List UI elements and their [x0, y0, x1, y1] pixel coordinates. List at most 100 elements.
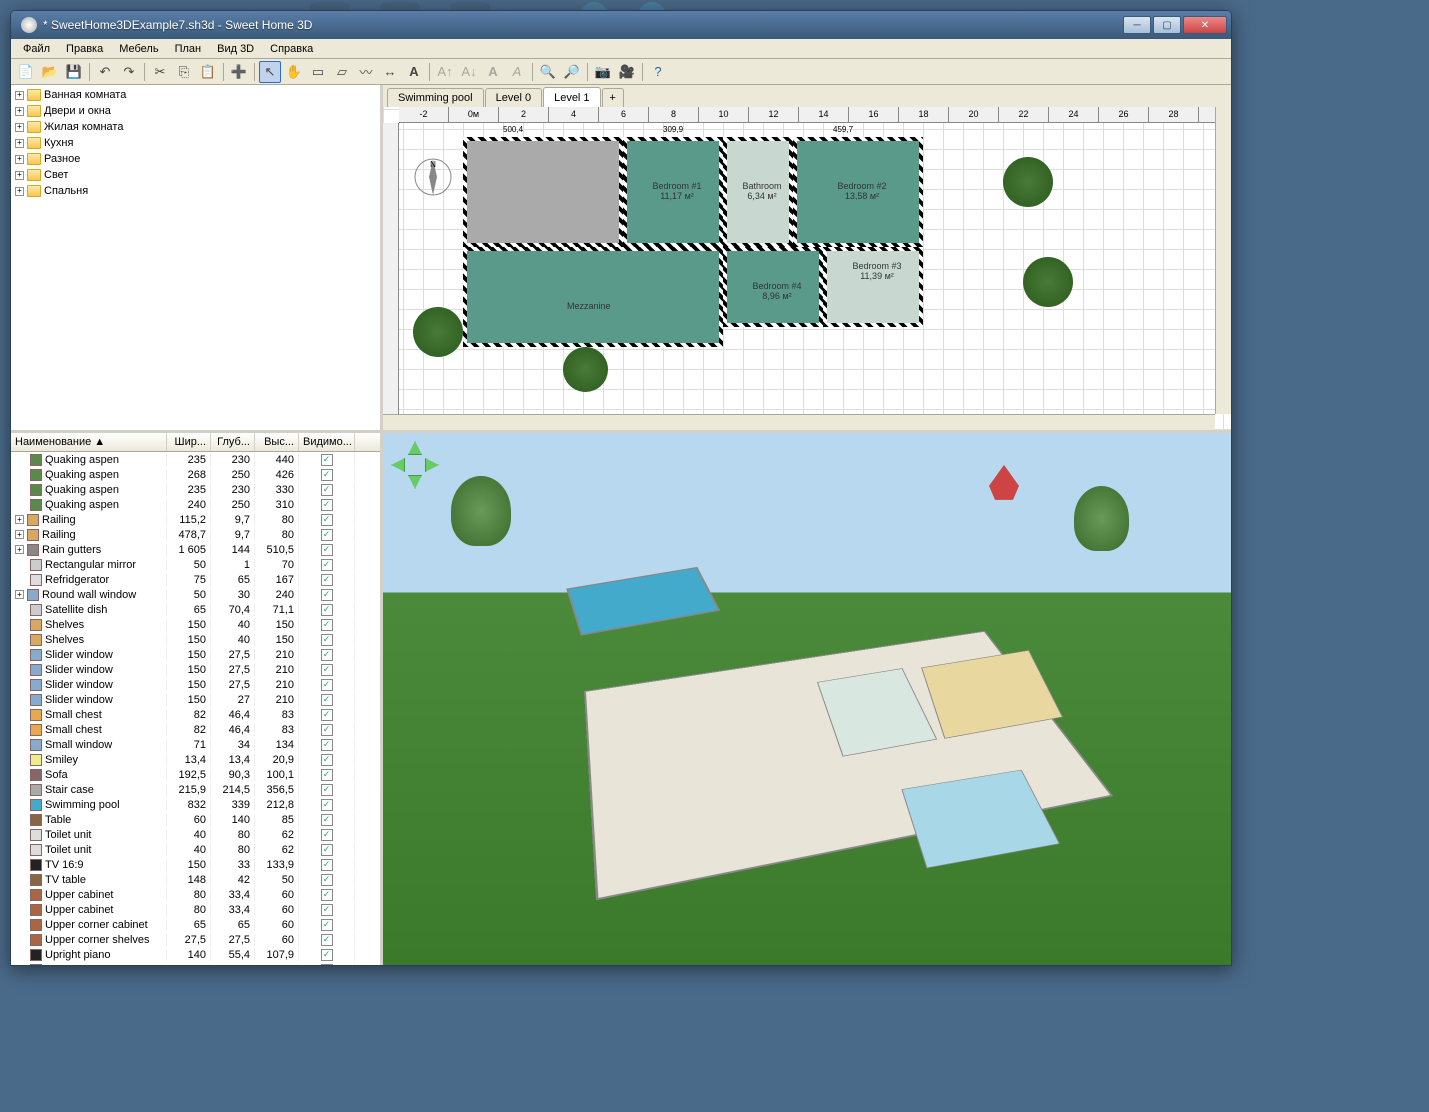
visible-checkbox[interactable]: ✓ [321, 484, 333, 496]
visible-checkbox[interactable]: ✓ [321, 769, 333, 781]
furniture-row[interactable]: Toilet unit408062✓ [11, 827, 380, 842]
expand-icon[interactable]: + [15, 171, 24, 180]
expand-icon[interactable]: + [15, 515, 24, 524]
undo-button[interactable]: ↶ [94, 61, 116, 83]
furniture-row[interactable]: Upper corner cabinet656560✓ [11, 917, 380, 932]
catalog-item[interactable]: +Ванная комната [13, 87, 378, 103]
help-button[interactable]: ? [647, 61, 669, 83]
col-visible-header[interactable]: Видимо... [299, 433, 355, 451]
furniture-row[interactable]: Upper cabinet8033,460✓ [11, 887, 380, 902]
expand-icon[interactable]: + [15, 187, 24, 196]
photo-button[interactable]: 📷 [592, 61, 614, 83]
open-button[interactable]: 📂 [39, 61, 61, 83]
visible-checkbox[interactable]: ✓ [321, 859, 333, 871]
furniture-row[interactable]: Shelves15040150✓ [11, 617, 380, 632]
visible-checkbox[interactable]: ✓ [321, 814, 333, 826]
visible-checkbox[interactable]: ✓ [321, 919, 333, 931]
furniture-row[interactable]: Upright piano14055,4107,9✓ [11, 947, 380, 962]
view-3d[interactable] [383, 433, 1231, 965]
furniture-row[interactable]: Quaking aspen268250426✓ [11, 467, 380, 482]
nav-down-button[interactable] [408, 475, 422, 489]
furniture-row[interactable]: Smiley13,413,420,9✓ [11, 752, 380, 767]
visible-checkbox[interactable]: ✓ [321, 889, 333, 901]
visible-checkbox[interactable]: ✓ [321, 949, 333, 961]
visible-checkbox[interactable]: ✓ [321, 634, 333, 646]
col-name-header[interactable]: Наименование ▲ [11, 433, 167, 451]
furniture-row[interactable]: Stair case215,9214,5356,5✓ [11, 782, 380, 797]
furniture-row[interactable]: +Railing478,79,780✓ [11, 527, 380, 542]
visible-checkbox[interactable]: ✓ [321, 784, 333, 796]
minimize-button[interactable]: ─ [1123, 16, 1151, 34]
dimension-tool[interactable]: ↔ [379, 61, 401, 83]
visible-checkbox[interactable]: ✓ [321, 679, 333, 691]
visible-checkbox[interactable]: ✓ [321, 874, 333, 886]
catalog-item[interactable]: +Двери и окна [13, 103, 378, 119]
furniture-row[interactable]: TV 16:915033133,9✓ [11, 857, 380, 872]
cut-button[interactable]: ✂ [149, 61, 171, 83]
visible-checkbox[interactable]: ✓ [321, 604, 333, 616]
visible-checkbox[interactable]: ✓ [321, 754, 333, 766]
furniture-row[interactable]: Toilet unit408062✓ [11, 842, 380, 857]
text-tool[interactable]: A [403, 61, 425, 83]
nav-right-button[interactable] [425, 458, 439, 472]
visible-checkbox[interactable]: ✓ [321, 844, 333, 856]
furniture-row[interactable]: Slider window15027210✓ [11, 692, 380, 707]
close-button[interactable]: ✕ [1183, 16, 1227, 34]
catalog-item[interactable]: +Спальня [13, 183, 378, 199]
polyline-tool[interactable]: 〰 [355, 61, 377, 83]
visible-checkbox[interactable]: ✓ [321, 589, 333, 601]
add-furniture-button[interactable]: ➕ [228, 61, 250, 83]
select-tool[interactable]: ↖ [259, 61, 281, 83]
nav-up-button[interactable] [408, 441, 422, 455]
furniture-row[interactable]: Quaking aspen235230440✓ [11, 452, 380, 467]
catalog-item[interactable]: +Жилая комната [13, 119, 378, 135]
italic-button[interactable]: A [506, 61, 528, 83]
visible-checkbox[interactable]: ✓ [321, 499, 333, 511]
scrollbar-horizontal[interactable] [383, 414, 1215, 430]
expand-icon[interactable]: + [15, 545, 24, 554]
expand-icon[interactable]: + [15, 139, 24, 148]
room-tool[interactable]: ▱ [331, 61, 353, 83]
expand-icon[interactable]: + [15, 530, 24, 539]
catalog-tree[interactable]: +Ванная комната+Двери и окна+Жилая комна… [11, 85, 380, 433]
visible-checkbox[interactable]: ✓ [321, 649, 333, 661]
furniture-row[interactable]: Small chest8246,483✓ [11, 707, 380, 722]
furniture-row[interactable]: Slider window15027,5210✓ [11, 662, 380, 677]
visible-checkbox[interactable]: ✓ [321, 739, 333, 751]
furniture-row[interactable]: Quaking aspen240250310✓ [11, 497, 380, 512]
copy-button[interactable]: ⎘ [173, 61, 195, 83]
visible-checkbox[interactable]: ✓ [321, 559, 333, 571]
furniture-row[interactable]: TV table1484250✓ [11, 872, 380, 887]
wall-tool[interactable]: ▭ [307, 61, 329, 83]
expand-icon[interactable]: + [15, 107, 24, 116]
bold-button[interactable]: A [482, 61, 504, 83]
furniture-row[interactable]: Wall uplight241226✓ [11, 962, 380, 965]
catalog-item[interactable]: +Кухня [13, 135, 378, 151]
video-button[interactable]: 🎥 [616, 61, 638, 83]
menu-5[interactable]: Справка [262, 41, 321, 57]
furniture-row[interactable]: Sofa192,590,3100,1✓ [11, 767, 380, 782]
visible-checkbox[interactable]: ✓ [321, 709, 333, 721]
visible-checkbox[interactable]: ✓ [321, 619, 333, 631]
furniture-row[interactable]: Satellite dish6570,471,1✓ [11, 602, 380, 617]
maximize-button[interactable]: ▢ [1153, 16, 1181, 34]
col-depth-header[interactable]: Глуб... [211, 433, 255, 451]
col-height-header[interactable]: Выс... [255, 433, 299, 451]
new-button[interactable]: 📄 [15, 61, 37, 83]
expand-icon[interactable]: + [15, 123, 24, 132]
save-button[interactable]: 💾 [63, 61, 85, 83]
furniture-row[interactable]: +Round wall window5030240✓ [11, 587, 380, 602]
redo-button[interactable]: ↷ [118, 61, 140, 83]
level-tab[interactable]: Swimming pool [387, 88, 484, 107]
furniture-row[interactable]: +Rain gutters1 605144510,5✓ [11, 542, 380, 557]
visible-checkbox[interactable]: ✓ [321, 799, 333, 811]
furniture-row[interactable]: Table6014085✓ [11, 812, 380, 827]
visible-checkbox[interactable]: ✓ [321, 514, 333, 526]
pan-tool[interactable]: ✋ [283, 61, 305, 83]
visible-checkbox[interactable]: ✓ [321, 964, 333, 965]
furniture-row[interactable]: Quaking aspen235230330✓ [11, 482, 380, 497]
expand-icon[interactable]: + [15, 155, 24, 164]
expand-icon[interactable]: + [15, 91, 24, 100]
zoom-out-button[interactable]: 🔎 [561, 61, 583, 83]
nav-left-button[interactable] [391, 458, 405, 472]
